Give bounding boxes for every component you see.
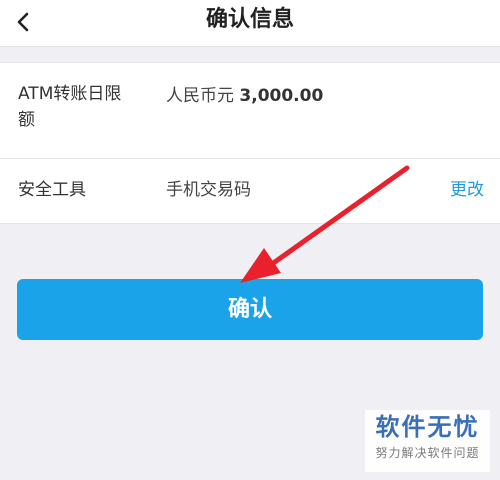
atm-limit-label: ATM转账日限额 [18, 84, 122, 130]
details-card: ATM转账日限额 人民币元 3,000.00 安全工具 手机交易码 更改 [0, 62, 500, 224]
atm-limit-value: 人民币元 3,000.00 [166, 83, 323, 109]
atm-limit-currency: 人民币元 [166, 86, 234, 106]
confirm-button[interactable]: 确认 [17, 279, 483, 340]
atm-limit-amount: 3,000.00 [239, 86, 324, 106]
top-bar: 确认信息 [0, 0, 500, 47]
security-tool-value: 手机交易码 [166, 180, 251, 200]
security-tool-label: 安全工具 [18, 180, 86, 200]
row-divider [0, 158, 500, 159]
watermark-brand: 软件无忧 [375, 413, 480, 441]
change-link[interactable]: 更改 [450, 177, 484, 203]
page-title: 确认信息 [205, 7, 294, 32]
watermark: 软件无忧 努力解决软件问题 [365, 410, 490, 472]
watermark-tagline: 努力解决软件问题 [375, 446, 480, 460]
